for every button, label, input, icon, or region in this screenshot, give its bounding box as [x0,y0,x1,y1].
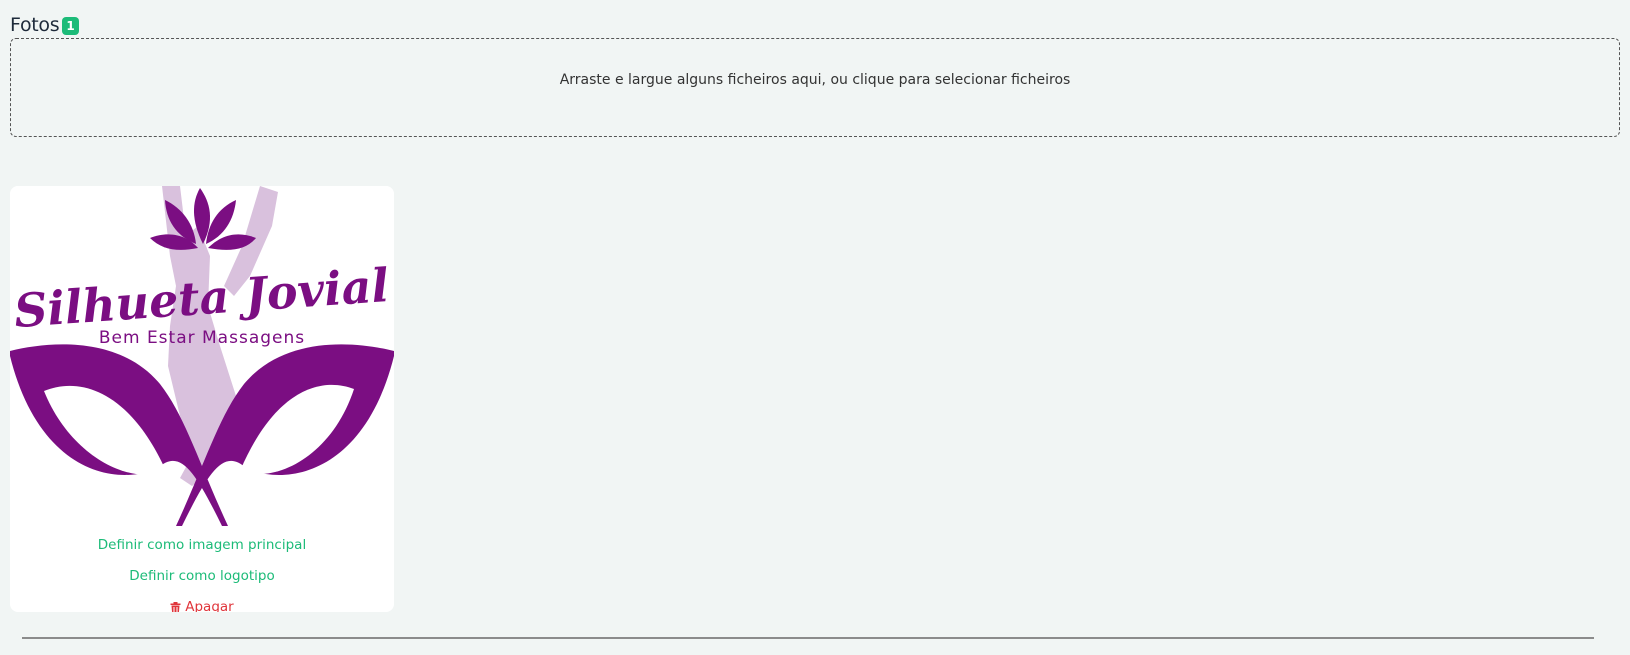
delete-photo-link[interactable]: Apagar [170,592,234,612]
logo-tagline: Bem Estar Massagens [99,328,305,348]
trash-icon [170,601,181,612]
photo-thumbnail: Silhueta Jovial Bem Estar Massagens [10,186,394,526]
photo-count-badge: 1 [62,17,79,35]
bottom-divider [22,637,1594,639]
section-title: Fotos [10,14,60,36]
photo-actions: Definir como imagem principal Definir co… [10,530,394,612]
photos-header: Fotos 1 [10,14,79,36]
delete-label: Apagar [185,599,234,612]
set-main-image-link[interactable]: Definir como imagem principal [98,530,306,561]
file-dropzone[interactable]: Arraste e largue alguns ficheiros aqui, … [10,38,1620,137]
photo-card: Silhueta Jovial Bem Estar Massagens Defi… [10,186,394,612]
set-logo-link[interactable]: Definir como logotipo [129,561,274,592]
dropzone-text: Arraste e largue alguns ficheiros aqui, … [559,72,1071,88]
